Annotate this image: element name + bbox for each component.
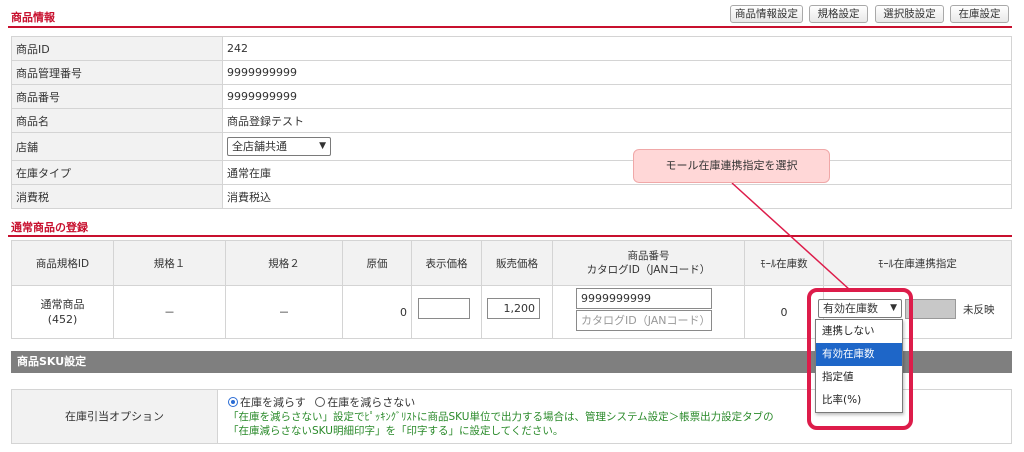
callout-label: モール在庫連携指定を選択: [633, 149, 830, 183]
callout-connector: [731, 182, 851, 291]
